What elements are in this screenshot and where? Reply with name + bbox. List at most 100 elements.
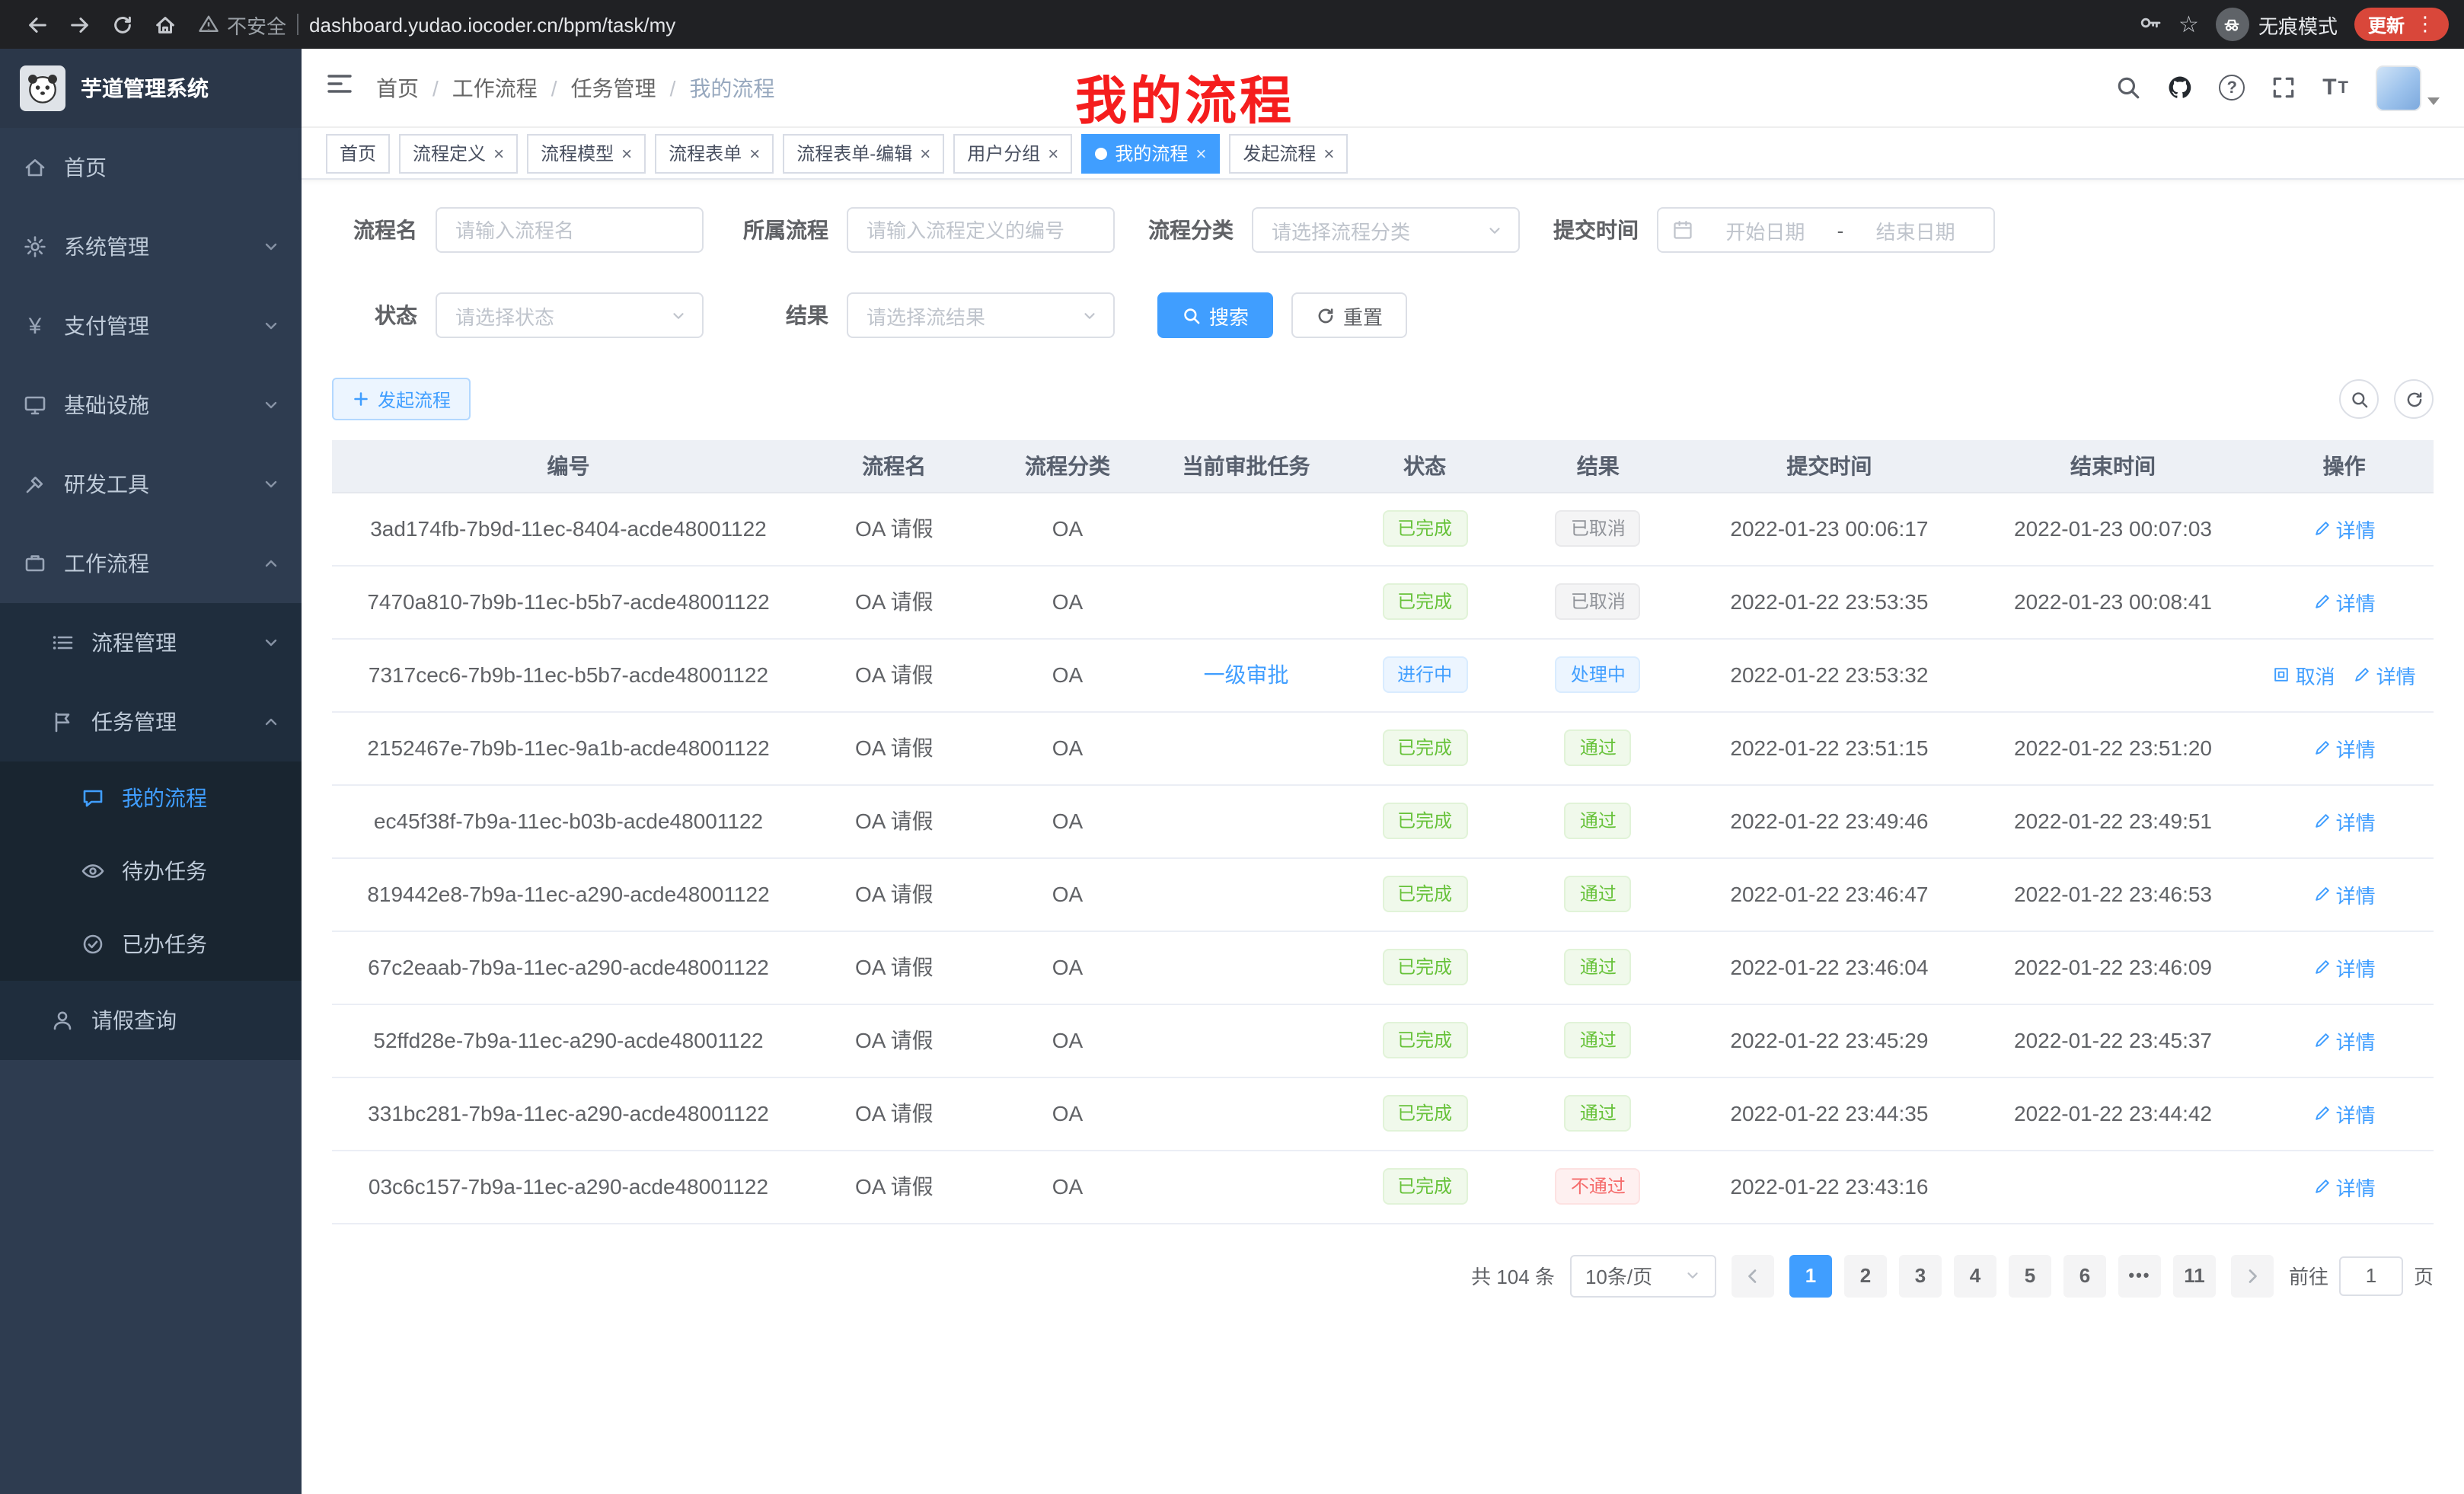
process-name-input[interactable]	[436, 207, 704, 253]
breadcrumb-item[interactable]: 首页	[376, 72, 419, 103]
back-icon[interactable]	[15, 5, 58, 44]
result-select[interactable]: 请选择流结果	[847, 292, 1115, 338]
chrome-update-button[interactable]: 更新 ⋮	[2354, 8, 2449, 41]
reset-button[interactable]: 重置	[1291, 292, 1407, 338]
pager-page-11[interactable]: 11	[2173, 1254, 2216, 1297]
tab-my-process[interactable]: 我的流程×	[1081, 133, 1220, 173]
toggle-search-button[interactable]	[2339, 379, 2379, 419]
detail-action[interactable]: 详情	[2313, 733, 2376, 762]
current-task	[1151, 1150, 1340, 1223]
submit-time-range-picker[interactable]: 开始日期 - 结束日期	[1657, 207, 1995, 253]
fullscreen-icon[interactable]	[2271, 75, 2296, 101]
result-cell: 已取消	[1509, 565, 1688, 638]
tab-close-icon[interactable]: ×	[1195, 144, 1206, 162]
cancel-action[interactable]: 取消	[2273, 660, 2335, 689]
address-bar[interactable]: 不安全 dashboard.yudao.iocoder.cn/bpm/task/…	[198, 10, 2122, 39]
tab-process-model[interactable]: 流程模型×	[527, 133, 646, 173]
url-text[interactable]: dashboard.yudao.iocoder.cn/bpm/task/my	[309, 13, 675, 36]
detail-action[interactable]: 详情	[2313, 587, 2376, 616]
tab-process-definition[interactable]: 流程定义×	[399, 133, 518, 173]
current-task-link[interactable]: 一级审批	[1151, 638, 1340, 711]
date-end-placeholder[interactable]: 结束日期	[1851, 215, 1980, 244]
tab-close-icon[interactable]: ×	[920, 144, 930, 162]
sidebar-item-workflow[interactable]: 工作流程	[0, 524, 302, 603]
cancel-icon	[2273, 666, 2291, 684]
tab-user-group[interactable]: 用户分组×	[953, 133, 1072, 173]
password-key-icon[interactable]	[2137, 10, 2162, 39]
help-icon[interactable]: ?	[2219, 75, 2245, 101]
breadcrumb-item[interactable]: 工作流程	[452, 72, 538, 103]
goto-page-input[interactable]	[2339, 1256, 2403, 1295]
sidebar-item-done-tasks[interactable]: 已办任务	[0, 908, 302, 981]
table-row: 3ad174fb-7b9d-11ec-8404-acde48001122 OA …	[332, 492, 2434, 565]
current-task	[1151, 931, 1340, 1004]
app-logo[interactable]: 芋道管理系统	[0, 49, 302, 128]
pager-ellipsis[interactable]: •••	[2118, 1254, 2161, 1297]
forward-icon[interactable]	[58, 5, 101, 44]
search-button[interactable]: 搜索	[1157, 292, 1273, 338]
result-cell: 通过	[1509, 784, 1688, 857]
pager-page-5[interactable]: 5	[2009, 1254, 2051, 1297]
category-select[interactable]: 请选择流程分类	[1252, 207, 1520, 253]
hamburger-icon[interactable]	[326, 70, 353, 105]
sidebar-item-task-mgmt[interactable]: 任务管理	[0, 682, 302, 761]
edit-icon	[2354, 666, 2372, 684]
pager-page-2[interactable]: 2	[1844, 1254, 1887, 1297]
detail-action[interactable]: 详情	[2313, 953, 2376, 982]
create-process-button[interactable]: 发起流程	[332, 378, 471, 420]
github-icon[interactable]	[2167, 75, 2193, 101]
home-nav-icon[interactable]	[143, 5, 186, 44]
status-cell: 已完成	[1341, 565, 1509, 638]
tab-start-process[interactable]: 发起流程×	[1229, 133, 1348, 173]
avatar[interactable]	[2376, 65, 2421, 110]
detail-action[interactable]: 详情	[2313, 1172, 2376, 1201]
status-cell: 已完成	[1341, 857, 1509, 931]
sidebar-item-my-process[interactable]: 我的流程	[0, 761, 302, 835]
search-icon[interactable]	[2115, 75, 2141, 101]
breadcrumb-item[interactable]: 任务管理	[571, 72, 656, 103]
pager-page-1[interactable]: 1	[1789, 1254, 1832, 1297]
pager-next-button[interactable]	[2231, 1254, 2274, 1297]
detail-action[interactable]: 详情	[2313, 1099, 2376, 1128]
tab-close-icon[interactable]: ×	[749, 144, 760, 162]
tab-close-icon[interactable]: ×	[1048, 144, 1058, 162]
bookmark-star-icon[interactable]: ☆	[2178, 13, 2199, 36]
detail-action[interactable]: 详情	[2313, 879, 2376, 908]
tab-close-icon[interactable]: ×	[1323, 144, 1334, 162]
tab-home[interactable]: 首页	[326, 133, 390, 173]
detail-action[interactable]: 详情	[2354, 660, 2416, 689]
tab-process-form[interactable]: 流程表单×	[655, 133, 774, 173]
refresh-table-button[interactable]	[2394, 379, 2434, 419]
status-select[interactable]: 请选择状态	[436, 292, 704, 338]
breadcrumb-separator: /	[432, 75, 439, 100]
date-start-placeholder[interactable]: 开始日期	[1701, 215, 1830, 244]
sidebar-item-system[interactable]: 系统管理	[0, 207, 302, 286]
detail-action[interactable]: 详情	[2313, 1026, 2376, 1055]
pager-page-4[interactable]: 4	[1954, 1254, 1996, 1297]
tab-process-form-edit[interactable]: 流程表单-编辑×	[783, 133, 944, 173]
tab-close-icon[interactable]: ×	[621, 144, 632, 162]
sidebar-item-process-mgmt[interactable]: 流程管理	[0, 603, 302, 682]
status-tag: 进行中	[1382, 656, 1467, 693]
font-size-icon[interactable]: TT	[2322, 75, 2350, 101]
definition-input[interactable]	[847, 207, 1115, 253]
pager-page-3[interactable]: 3	[1899, 1254, 1942, 1297]
sidebar-item-infrastructure[interactable]: 基础设施	[0, 366, 302, 445]
sidebar-item-home[interactable]: 首页	[0, 128, 302, 207]
reset-button-label: 重置	[1343, 301, 1383, 330]
sidebar-item-leave-query[interactable]: 请假查询	[0, 981, 302, 1060]
update-label: 更新	[2368, 11, 2405, 37]
browser-menu-icon[interactable]: ⋮	[2415, 12, 2435, 37]
pager-prev-button[interactable]	[1732, 1254, 1774, 1297]
user-menu[interactable]	[2376, 65, 2440, 110]
sidebar-item-devtools[interactable]: 研发工具	[0, 445, 302, 524]
tab-close-icon[interactable]: ×	[493, 144, 504, 162]
page-size-select[interactable]: 10条/页	[1570, 1254, 1716, 1297]
reload-icon[interactable]	[101, 5, 143, 44]
detail-action[interactable]: 详情	[2313, 514, 2376, 543]
not-secure-warning[interactable]: 不安全	[198, 10, 286, 39]
sidebar-item-todo-tasks[interactable]: 待办任务	[0, 835, 302, 908]
detail-action[interactable]: 详情	[2313, 806, 2376, 835]
sidebar-item-payment[interactable]: ¥ 支付管理	[0, 286, 302, 366]
pager-page-6[interactable]: 6	[2063, 1254, 2106, 1297]
